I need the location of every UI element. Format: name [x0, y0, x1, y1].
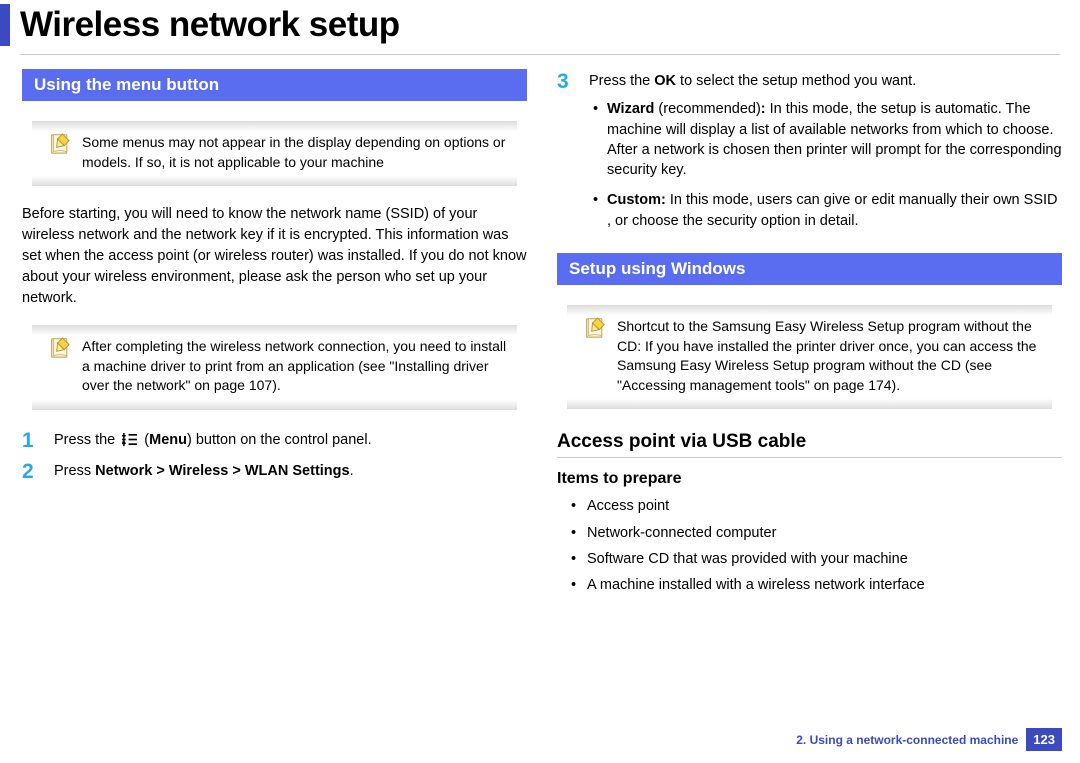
- list-item: A machine installed with a wireless netw…: [571, 575, 1062, 595]
- step1-text-mid: (: [140, 432, 149, 448]
- step-2: 2 Press Network > Wireless > WLAN Settin…: [22, 459, 527, 482]
- step-3: 3 Press the OK to select the setup metho…: [557, 69, 1062, 245]
- menu-icon: [121, 432, 138, 447]
- list-item: Access point: [571, 496, 1062, 516]
- step-1: 1 Press the (Menu) button on the control…: [22, 428, 527, 451]
- step2-text-post: .: [350, 463, 354, 479]
- note-box-2: After completing the wireless network co…: [22, 325, 527, 410]
- step1-text-post: ) button on the control panel.: [187, 432, 372, 448]
- bullet-wizard: Wizard (recommended): In this mode, the …: [589, 99, 1062, 180]
- list-item: Software CD that was provided with your …: [571, 549, 1062, 569]
- step-number: 2: [22, 459, 40, 482]
- section-header-setup-windows: Setup using Windows: [557, 253, 1062, 285]
- page-number: 123: [1026, 728, 1062, 751]
- footer-chapter: 2. Using a network-connected machine: [796, 733, 1018, 747]
- page-footer: 2. Using a network-connected machine 123: [796, 728, 1062, 751]
- heading-items-prepare: Items to prepare: [557, 470, 1062, 488]
- page-title: Wireless network setup: [20, 5, 400, 45]
- step1-menu-bold: Menu: [149, 432, 187, 448]
- right-column: 3 Press the OK to select the setup metho…: [557, 69, 1062, 602]
- section-header-using-menu: Using the menu button: [22, 69, 527, 101]
- step3-ok-bold: OK: [654, 73, 676, 89]
- wizard-rec: (recommended): [654, 101, 760, 117]
- list-item: Network-connected computer: [571, 523, 1062, 543]
- note-icon: [50, 337, 70, 359]
- note-box-3: Shortcut to the Samsung Easy Wireless Se…: [557, 305, 1062, 409]
- custom-bold: Custom:: [607, 192, 666, 208]
- step-number: 1: [22, 428, 40, 451]
- sub-rule: [557, 457, 1062, 458]
- step-number: 3: [557, 69, 575, 245]
- custom-text: In this mode, users can give or edit man…: [607, 192, 1058, 228]
- note-text: Some menus may not appear in the display…: [82, 134, 505, 170]
- wizard-bold: Wizard: [607, 101, 654, 117]
- step3-text-post: to select the setup method you want.: [676, 73, 916, 89]
- bullet-custom: Custom: In this mode, users can give or …: [589, 190, 1062, 231]
- title-rule: [20, 54, 1060, 55]
- items-to-prepare-list: Access point Network-connected computer …: [557, 496, 1062, 595]
- note-text: Shortcut to the Samsung Easy Wireless Se…: [617, 318, 1036, 393]
- note-box-1: Some menus may not appear in the display…: [22, 121, 527, 186]
- note-text: After completing the wireless network co…: [82, 338, 506, 393]
- note-icon: [50, 133, 70, 155]
- step2-path-bold: Network > Wireless > WLAN Settings: [95, 463, 350, 479]
- title-accent-block: [0, 4, 10, 46]
- step3-text-pre: Press the: [589, 73, 654, 89]
- step1-text-pre: Press the: [54, 432, 119, 448]
- intro-paragraph: Before starting, you will need to know t…: [22, 204, 527, 309]
- left-column: Using the menu button Some menus may not…: [22, 69, 527, 602]
- step2-text-pre: Press: [54, 463, 95, 479]
- note-icon: [585, 317, 605, 339]
- heading-access-point-usb: Access point via USB cable: [557, 431, 1062, 453]
